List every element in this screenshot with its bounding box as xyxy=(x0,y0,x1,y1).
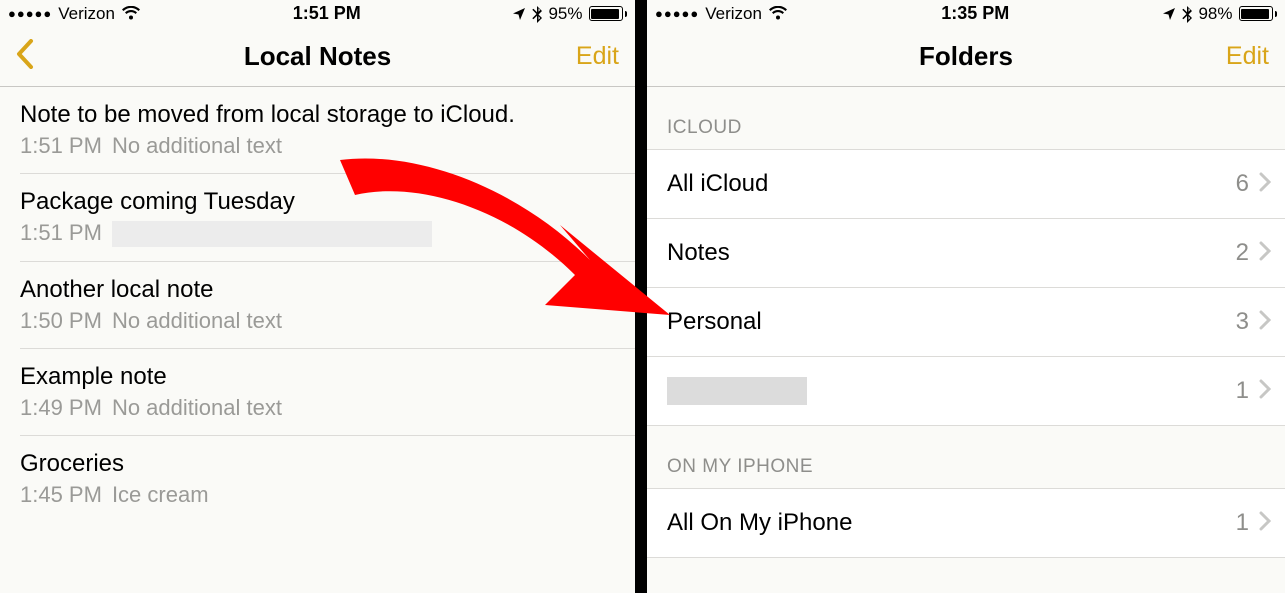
note-item[interactable]: Note to be moved from local storage to i… xyxy=(20,87,635,174)
note-preview: Ice cream xyxy=(112,482,209,507)
folder-name: Notes xyxy=(667,239,730,267)
note-time: 1:49 PM xyxy=(20,395,102,420)
screen-divider xyxy=(635,0,647,593)
battery-percent: 98% xyxy=(1198,4,1232,24)
note-title: Groceries xyxy=(20,450,635,478)
bluetooth-icon xyxy=(1182,5,1192,23)
folder-item[interactable]: Personal 3 xyxy=(647,288,1285,357)
folder-name: All On My iPhone xyxy=(667,509,852,537)
signal-strength-icon: ●●●●● xyxy=(8,6,52,21)
edit-button[interactable]: Edit xyxy=(576,42,619,71)
status-time: 1:35 PM xyxy=(941,3,1009,24)
bluetooth-icon xyxy=(532,5,542,23)
note-title: Another local note xyxy=(20,276,635,304)
note-time: 1:45 PM xyxy=(20,482,102,507)
back-button[interactable] xyxy=(16,39,56,74)
edit-button[interactable]: Edit xyxy=(1226,42,1269,71)
note-time: 1:50 PM xyxy=(20,308,102,333)
folder-count: 1 xyxy=(1236,377,1249,405)
right-phone-screen: ●●●●● Verizon 1:35 PM 98% Folders Edit I… xyxy=(647,0,1285,593)
signal-strength-icon: ●●●●● xyxy=(655,6,699,21)
folder-count: 1 xyxy=(1236,509,1249,537)
note-meta: 1:51 PM No additional text xyxy=(20,133,635,159)
page-title: Folders xyxy=(647,41,1285,72)
chevron-right-icon xyxy=(1259,310,1271,335)
status-time: 1:51 PM xyxy=(293,3,361,24)
folder-count: 2 xyxy=(1236,239,1249,267)
folder-item[interactable]: Notes 2 xyxy=(647,219,1285,288)
folder-name: All iCloud xyxy=(667,170,768,198)
folder-count: 3 xyxy=(1236,308,1249,336)
nav-bar: Local Notes Edit xyxy=(0,27,635,87)
redacted-preview xyxy=(112,221,432,247)
note-meta: 1:50 PM No additional text xyxy=(20,308,635,334)
note-meta: 1:45 PM Ice cream xyxy=(20,482,635,508)
note-item[interactable]: Another local note 1:50 PM No additional … xyxy=(20,262,635,349)
folder-name: Personal xyxy=(667,308,762,336)
battery-percent: 95% xyxy=(548,4,582,24)
folder-group-icloud: All iCloud 6 Notes 2 Personal 3 1 xyxy=(647,149,1285,426)
nav-bar: Folders Edit xyxy=(647,27,1285,87)
battery-icon xyxy=(589,6,628,21)
note-preview: No additional text xyxy=(112,395,282,420)
carrier-label: Verizon xyxy=(58,4,115,24)
status-bar: ●●●●● Verizon 1:51 PM 95% xyxy=(0,0,635,27)
folder-item[interactable]: All On My iPhone 1 xyxy=(647,489,1285,557)
folder-group-iphone: All On My iPhone 1 xyxy=(647,488,1285,558)
page-title: Local Notes xyxy=(0,41,635,72)
battery-icon xyxy=(1239,6,1278,21)
folder-item[interactable]: All iCloud 6 xyxy=(647,150,1285,219)
section-header-iphone: ON MY IPHONE xyxy=(647,426,1285,488)
note-time: 1:51 PM xyxy=(20,133,102,158)
note-time: 1:51 PM xyxy=(20,220,102,245)
redacted-folder-name xyxy=(667,377,807,405)
note-title: Package coming Tuesday xyxy=(20,188,635,216)
chevron-right-icon xyxy=(1259,511,1271,536)
notes-list: Note to be moved from local storage to i… xyxy=(0,87,635,522)
note-preview: No additional text xyxy=(112,133,282,158)
folder-count: 6 xyxy=(1236,170,1249,198)
note-preview: No additional text xyxy=(112,308,282,333)
carrier-label: Verizon xyxy=(705,4,762,24)
location-icon xyxy=(1162,7,1176,21)
note-title: Note to be moved from local storage to i… xyxy=(20,101,635,129)
left-phone-screen: ●●●●● Verizon 1:51 PM 95% Local Notes xyxy=(0,0,635,593)
note-item[interactable]: Package coming Tuesday 1:51 PM xyxy=(20,174,635,262)
location-icon xyxy=(512,7,526,21)
note-title: Example note xyxy=(20,363,635,391)
note-meta: 1:51 PM xyxy=(20,220,635,247)
chevron-right-icon xyxy=(1259,241,1271,266)
status-bar: ●●●●● Verizon 1:35 PM 98% xyxy=(647,0,1285,27)
note-item[interactable]: Groceries 1:45 PM Ice cream xyxy=(20,436,635,522)
note-meta: 1:49 PM No additional text xyxy=(20,395,635,421)
wifi-icon xyxy=(768,6,788,21)
folder-item[interactable]: 1 xyxy=(647,357,1285,425)
chevron-right-icon xyxy=(1259,172,1271,197)
note-item[interactable]: Example note 1:49 PM No additional text xyxy=(20,349,635,436)
section-header-icloud: ICLOUD xyxy=(647,87,1285,149)
chevron-right-icon xyxy=(1259,379,1271,404)
wifi-icon xyxy=(121,6,141,21)
